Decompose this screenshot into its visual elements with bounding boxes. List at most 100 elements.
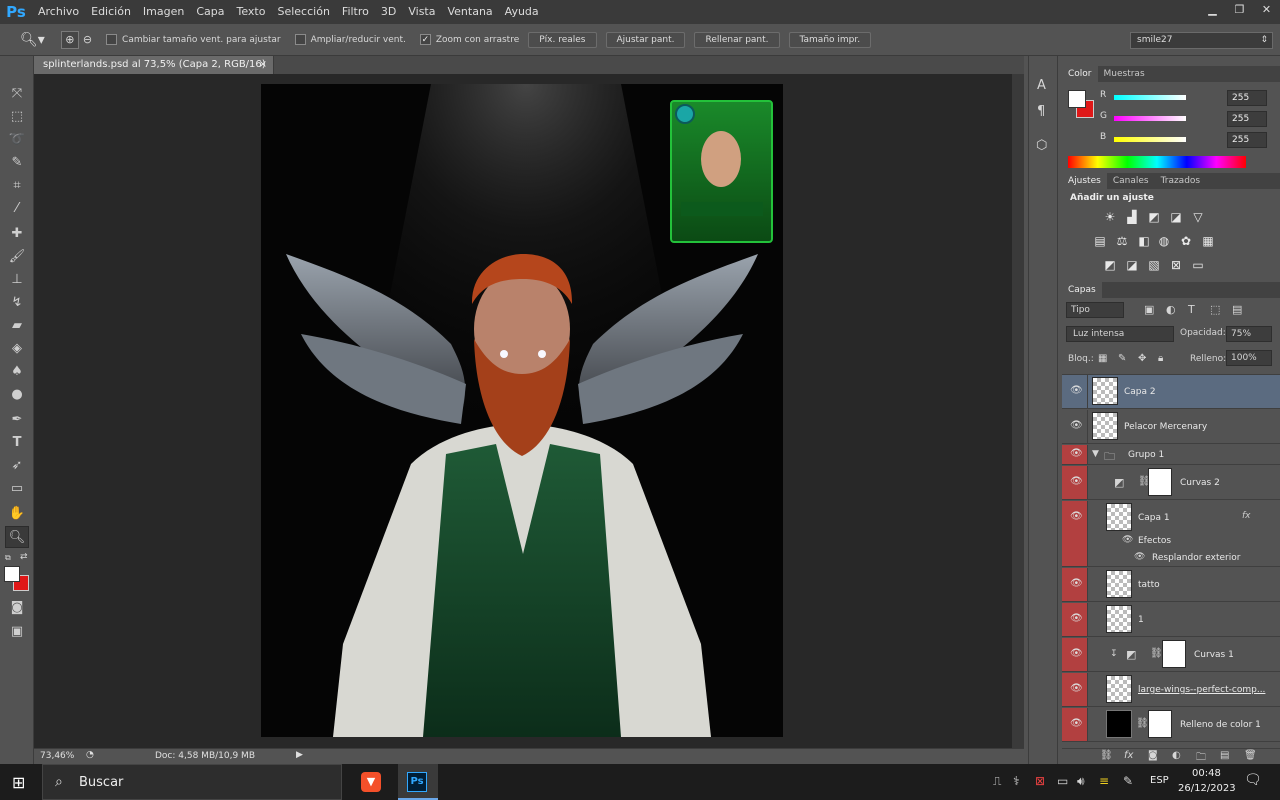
link-icon[interactable]: ⛓ (1136, 718, 1149, 729)
actual-pixels-button[interactable]: Píx. reales (528, 31, 597, 48)
b-value[interactable]: 255 (1227, 132, 1267, 148)
add-style-icon[interactable]: fx (1124, 750, 1133, 761)
windows-start-icon[interactable]: ⊞ (12, 773, 25, 792)
resize-windows-checkbox[interactable] (106, 34, 118, 45)
layer-name[interactable]: Pelacor Mercenary (1124, 422, 1207, 432)
vertical-scrollbar[interactable] (1012, 74, 1024, 748)
document-canvas[interactable] (261, 84, 783, 737)
visibility-eye-icon[interactable]: 👁︎ (1070, 649, 1083, 659)
search-box[interactable]: ⌕ Buscar (42, 764, 342, 800)
workspace-select[interactable]: smile27 ⇕ (1130, 32, 1273, 49)
screen-mode-icon[interactable]: ▣ (5, 620, 29, 642)
opacity-input[interactable]: 75% (1226, 326, 1272, 342)
lock-transparency-icon[interactable]: ▦ (1098, 353, 1107, 364)
quick-select-tool-icon[interactable]: ✎ (5, 151, 29, 173)
layer-name[interactable]: Relleno de color 1 (1180, 720, 1261, 730)
layer-name[interactable]: Capa 2 (1124, 387, 1156, 397)
layer-name[interactable]: Grupo 1 (1128, 450, 1164, 460)
eyedropper-tool-icon[interactable]: ⁄ (5, 197, 29, 219)
filter-smart-icon[interactable]: ▤ (1232, 303, 1242, 316)
layer-row[interactable]: 👁︎ large-wings--perfect-comp... (1062, 673, 1280, 707)
visibility-eye-icon[interactable]: 👁︎ (1070, 477, 1083, 487)
visibility-eye-icon[interactable]: 👁︎ (1070, 512, 1083, 522)
zoom-out-icon[interactable]: ⊖ (83, 33, 92, 46)
close-icon[interactable]: ✕ (1253, 0, 1280, 18)
exposure-icon[interactable]: ◪ (1168, 210, 1184, 224)
menu-imagen[interactable]: Imagen (137, 0, 190, 24)
mask-thumbnail[interactable] (1148, 710, 1172, 738)
mask-thumbnail[interactable] (1148, 468, 1172, 496)
default-colors-icon[interactable]: ⧉ (5, 553, 11, 563)
menu-edicion[interactable]: Edición (85, 0, 137, 24)
marquee-tool-icon[interactable]: ⬚ (5, 105, 29, 127)
usb-tray-icon[interactable]: ⎍ (993, 774, 1001, 789)
photo-filter-icon[interactable]: ◍ (1156, 234, 1172, 248)
lasso-tool-icon[interactable]: ➰ (5, 128, 29, 150)
layer-filter-select[interactable]: Tipo (1066, 302, 1124, 318)
new-layer-icon[interactable]: ▤ (1220, 750, 1229, 761)
close-tab-icon[interactable]: × (259, 56, 267, 74)
lock-image-icon[interactable]: ✎ (1118, 353, 1126, 364)
type-tool-icon[interactable]: T (5, 431, 29, 453)
fill-screen-button[interactable]: Rellenar pant. (694, 31, 780, 48)
tab-swatches[interactable]: Muestras (1098, 66, 1151, 82)
menu-capa[interactable]: Capa (190, 0, 230, 24)
blue-track[interactable] (1114, 137, 1186, 142)
clock-time[interactable]: 00:48 (1192, 768, 1221, 779)
r-value[interactable]: 255 (1227, 90, 1267, 106)
add-mask-icon[interactable]: ◙ (1148, 750, 1158, 761)
hue-saturation-icon[interactable]: ▤ (1092, 234, 1108, 248)
tab-channels[interactable]: Canales (1107, 173, 1155, 189)
battery-tray-icon[interactable]: ≡ (1099, 774, 1109, 788)
path-selection-tool-icon[interactable]: ➶ (5, 454, 29, 476)
filter-type-icon[interactable]: T (1188, 303, 1195, 316)
gradient-map-icon[interactable]: ▭ (1190, 258, 1206, 272)
mask-thumbnail[interactable] (1162, 640, 1186, 668)
fit-screen-button[interactable]: Ajustar pant. (605, 31, 686, 48)
restore-icon[interactable]: ❐ (1226, 0, 1253, 18)
menu-texto[interactable]: Texto (231, 0, 272, 24)
visibility-eye-icon[interactable]: 👁︎ (1070, 614, 1083, 624)
document-tab[interactable]: splinterlands.psd al 73,5% (Capa 2, RGB/… (34, 56, 274, 88)
visibility-eye-icon[interactable]: 👁︎ (1070, 719, 1083, 729)
zoom-tool-icon[interactable]: 🔍︎ (5, 526, 29, 548)
layer-row[interactable]: 👁︎ 1 (1062, 603, 1280, 637)
tab-layers[interactable]: Capas (1062, 282, 1102, 298)
layer-name[interactable]: large-wings--perfect-comp... (1138, 685, 1265, 695)
layer-row[interactable]: 👁︎ ↧ ◩ ⛓ Curvas 1 (1062, 638, 1280, 672)
status-menu-arrow-icon[interactable]: ▶ (296, 750, 303, 760)
security-tray-icon[interactable]: ⚕ (1013, 774, 1020, 788)
fx-badge[interactable]: fx (1242, 511, 1251, 521)
pen-tool-icon[interactable]: ✒ (5, 408, 29, 430)
brave-browser-icon[interactable]: ▼ (361, 772, 381, 792)
menu-seleccion[interactable]: Selección (271, 0, 335, 24)
filter-shape-icon[interactable]: ⬚ (1210, 303, 1220, 316)
color-balance-icon[interactable]: ⚖ (1114, 234, 1130, 248)
vibrance-icon[interactable]: ▽ (1190, 210, 1206, 224)
menu-archivo[interactable]: Archivo (32, 0, 85, 24)
group-row[interactable]: 👁︎ ▼ 🗀 Grupo 1 (1062, 445, 1280, 465)
menu-3d[interactable]: 3D (375, 0, 402, 24)
lock-position-icon[interactable]: ✥ (1138, 353, 1146, 364)
green-track[interactable] (1114, 116, 1186, 121)
history-brush-tool-icon[interactable]: ↯ (5, 291, 29, 313)
brush-tool-icon[interactable]: 🖌︎ (5, 245, 29, 267)
tab-paths[interactable]: Trazados (1155, 173, 1207, 189)
foreground-color-swatch[interactable] (4, 566, 20, 582)
red-track[interactable] (1114, 95, 1186, 100)
layer-name[interactable]: 1 (1138, 615, 1144, 625)
visibility-eye-icon[interactable]: 👁︎ (1070, 449, 1083, 459)
invert-icon[interactable]: ◩ (1102, 258, 1118, 272)
minimize-icon[interactable]: ▁ (1199, 0, 1226, 18)
brightness-icon[interactable]: ☀ (1102, 210, 1118, 224)
resize-windows-option[interactable]: Cambiar tamaño vent. para ajustar (106, 34, 281, 45)
zoom-all-checkbox[interactable] (294, 34, 306, 45)
delete-layer-icon[interactable]: 🗑 (1244, 750, 1257, 761)
selective-color-icon[interactable]: ⊠ (1168, 258, 1184, 272)
layer-name[interactable]: Capa 1 (1138, 513, 1170, 523)
blur-tool-icon[interactable]: ♠ (5, 360, 29, 382)
link-icon[interactable]: ⛓ (1150, 648, 1163, 659)
layer-name[interactable]: Curvas 2 (1180, 478, 1220, 488)
healing-brush-tool-icon[interactable]: ✚ (5, 222, 29, 244)
shape-tool-icon[interactable]: ▭ (5, 477, 29, 499)
